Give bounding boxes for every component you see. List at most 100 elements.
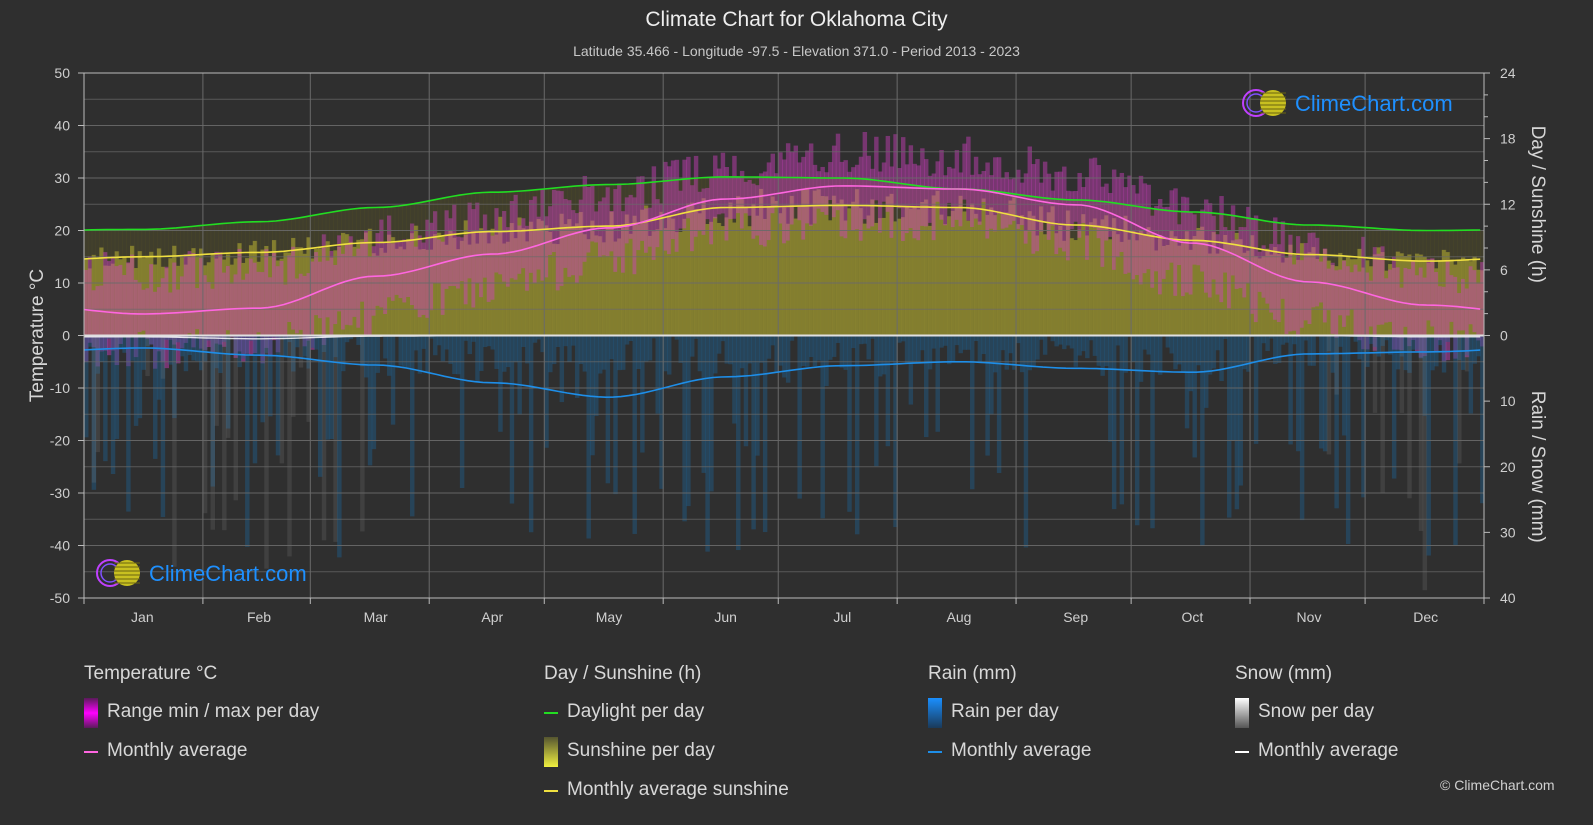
temperature-range-bar bbox=[279, 261, 285, 337]
temperature-range-bar bbox=[294, 278, 300, 334]
temperature-range-bar bbox=[927, 175, 933, 223]
temperature-range-bar bbox=[337, 235, 342, 312]
rain-bar bbox=[835, 335, 841, 343]
temperature-range-bar bbox=[571, 210, 576, 276]
temperature-range-bar bbox=[766, 162, 772, 241]
rain-bar bbox=[110, 335, 116, 474]
rain-bar bbox=[1284, 335, 1289, 343]
line-swatch-icon bbox=[1235, 751, 1249, 753]
temperature-range-bar bbox=[1088, 158, 1094, 227]
temperature-range-bar bbox=[943, 175, 948, 226]
sunshine-bar bbox=[1119, 241, 1125, 336]
temperature-range-bar bbox=[739, 170, 745, 229]
temperature-range-bar bbox=[1169, 190, 1174, 263]
rain-bar bbox=[1119, 335, 1125, 505]
rain-bar bbox=[494, 335, 499, 369]
snow-bar bbox=[233, 335, 239, 501]
legend-sunshine-header: Day / Sunshine (h) bbox=[544, 663, 702, 684]
sunshine-bar bbox=[885, 196, 891, 336]
rain-bar bbox=[1476, 335, 1481, 357]
month-label: Dec bbox=[1413, 609, 1438, 625]
copyright: © ClimeChart.com bbox=[1440, 777, 1555, 793]
rain-bar bbox=[678, 335, 683, 363]
rain-bar bbox=[785, 335, 791, 383]
rain-bar bbox=[1115, 335, 1121, 346]
sunshine-bar bbox=[682, 218, 687, 336]
rain-bar bbox=[1460, 335, 1466, 370]
logo-text: ClimeChart.com bbox=[149, 561, 307, 586]
sunshine-bar bbox=[824, 196, 829, 336]
temperature-range-bar bbox=[885, 135, 891, 212]
temperature-range-bar bbox=[686, 156, 691, 219]
rain-bar bbox=[935, 335, 940, 432]
sunshine-bar bbox=[943, 224, 948, 336]
right-top-tick-label: 24 bbox=[1500, 65, 1516, 81]
rain-bar bbox=[647, 335, 653, 361]
sunshine-bar bbox=[732, 222, 737, 336]
rain-bar bbox=[513, 335, 519, 363]
sunshine-bar bbox=[847, 208, 852, 336]
rain-bar bbox=[364, 335, 369, 378]
snow-bar bbox=[287, 335, 292, 557]
rain-bar bbox=[739, 335, 745, 369]
rain-bar bbox=[636, 335, 641, 369]
rain-bar bbox=[1345, 335, 1351, 544]
temperature-range-bar bbox=[1353, 264, 1359, 337]
rain-bar bbox=[417, 335, 423, 374]
rain-bar bbox=[620, 335, 626, 370]
rain-bar bbox=[1146, 335, 1151, 355]
legend-label: Range min / max per day bbox=[107, 701, 320, 722]
legend-sunshine: Day / Sunshine (h) Daylight per day Suns… bbox=[544, 663, 789, 818]
legend-snow-per-day: Snow per day bbox=[1235, 698, 1398, 740]
rain-bar bbox=[1173, 335, 1178, 370]
temperature-range-bar bbox=[118, 264, 123, 344]
rain-bar bbox=[168, 335, 173, 365]
rain-bar bbox=[1092, 335, 1098, 356]
temperature-range-bar bbox=[1016, 169, 1021, 229]
temperature-range-bar bbox=[1296, 236, 1301, 337]
temperature-range-bar bbox=[851, 167, 856, 231]
temperature-range-bar bbox=[1273, 217, 1278, 320]
rain-bar bbox=[759, 335, 764, 363]
snow-bar bbox=[225, 335, 231, 438]
temperature-range-bar bbox=[479, 231, 484, 298]
temperature-range-bar bbox=[835, 133, 841, 211]
temperature-range-bar bbox=[655, 199, 660, 248]
sunshine-bar bbox=[736, 196, 741, 336]
temperature-range-bar bbox=[1073, 190, 1079, 222]
rain-bar bbox=[1261, 335, 1266, 344]
month-label: Nov bbox=[1297, 609, 1322, 625]
rain-bar bbox=[950, 335, 956, 362]
temperature-range-bar bbox=[1242, 227, 1247, 298]
legend-daylight: Daylight per day bbox=[544, 701, 789, 740]
temperature-range-bar bbox=[1342, 260, 1347, 327]
temperature-range-bar bbox=[617, 183, 622, 257]
rain-bar bbox=[690, 335, 695, 357]
temperature-range-bar bbox=[502, 211, 507, 282]
rain-bar bbox=[624, 335, 630, 345]
rain-bar bbox=[1027, 335, 1032, 371]
rain-bar bbox=[1165, 335, 1171, 348]
temperature-range-bar bbox=[900, 137, 906, 241]
logo-sun-icon bbox=[114, 560, 140, 586]
temperature-range-bar bbox=[436, 239, 442, 284]
rain-bar bbox=[1123, 335, 1128, 373]
temperature-range-bar bbox=[831, 145, 837, 218]
rain-bar bbox=[632, 335, 637, 534]
rain-bar bbox=[456, 335, 461, 375]
temperature-range-bar bbox=[248, 258, 254, 356]
temperature-range-bar bbox=[1449, 275, 1454, 322]
rain-bar bbox=[440, 335, 446, 362]
temperature-range-bar bbox=[176, 289, 181, 364]
rain-bar bbox=[367, 335, 373, 466]
temperature-range-bar bbox=[229, 283, 235, 338]
right-bottom-tick-label: 10 bbox=[1500, 393, 1516, 409]
sunshine-bar bbox=[866, 215, 871, 336]
temperature-range-bar bbox=[1196, 230, 1201, 266]
temperature-range-bar bbox=[939, 150, 944, 220]
rain-bar bbox=[517, 335, 522, 415]
rain-bar bbox=[1062, 335, 1067, 350]
left-tick-label: 40 bbox=[54, 118, 70, 134]
temperature-range-bar bbox=[271, 252, 277, 341]
temperature-range-bar bbox=[1150, 215, 1155, 288]
